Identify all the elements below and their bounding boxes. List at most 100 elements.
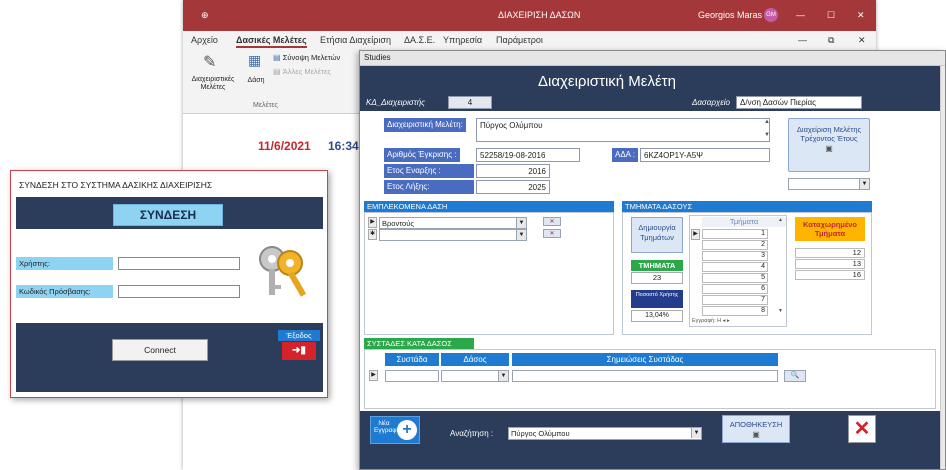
close-icon[interactable]: ✕ bbox=[857, 10, 865, 21]
studies-header: Διαχειριστική Μελέτη ΚΔ_Διαχειριστής 4 Δ… bbox=[360, 66, 940, 111]
user-name: Georgios Maras bbox=[698, 10, 763, 20]
col-forest: Δάσος bbox=[441, 353, 509, 366]
stand-forest-combo[interactable]: ▼ bbox=[441, 370, 509, 382]
stand-field[interactable] bbox=[385, 370, 439, 382]
part-row[interactable]: 4 bbox=[702, 262, 768, 272]
other-studies-icon: ▤ bbox=[273, 67, 283, 76]
management-studies-button[interactable]: ✎ Διαχειριστικές Μελέτες bbox=[189, 52, 237, 98]
ada-field[interactable]: 6ΚΖ4ΟΡ1Υ-Α5Ψ bbox=[640, 148, 770, 162]
management-studies-label: Διαχειριστικές Μελέτες bbox=[191, 76, 235, 91]
registered-section[interactable]: 13 bbox=[795, 259, 865, 269]
manage-current-year-button[interactable]: Διαχείριση Μελέτης Τρέχοντος Έτους ▣ bbox=[788, 118, 870, 172]
login-panel: ΣΥΝΔΕΣΗ Χρήστης: Κωδικός Πρόσβασης: Έξοδ… bbox=[16, 197, 323, 392]
new-record-label: Νέα Εγγραφή bbox=[374, 420, 401, 434]
user-input[interactable] bbox=[118, 257, 240, 270]
tab-forest-studies[interactable]: Δασικές Μελέτες bbox=[236, 35, 307, 48]
minimize-icon[interactable]: — bbox=[796, 10, 805, 20]
new-record-icon[interactable]: ✱ bbox=[368, 229, 377, 240]
part-row[interactable]: 8 bbox=[702, 306, 768, 316]
record-navigator-label: Εγγραφή: Η bbox=[692, 318, 722, 324]
summary-icon: ▤ bbox=[273, 53, 283, 62]
save-button[interactable]: ΑΠΟΘΗΚΕΥΣΗ ▣ bbox=[722, 415, 790, 443]
save-icon[interactable]: ⊕ bbox=[201, 10, 209, 21]
parts-column-header: Τμήματα bbox=[702, 217, 786, 227]
part-row[interactable]: 5 bbox=[702, 273, 768, 283]
tab-file[interactable]: Αρχείο bbox=[191, 35, 218, 45]
part-row[interactable]: 3 bbox=[702, 251, 768, 261]
search-icon[interactable]: 🔍 bbox=[784, 370, 806, 382]
ribbon-minimize-icon[interactable]: — bbox=[798, 35, 807, 45]
connect-button[interactable]: Connect bbox=[112, 339, 208, 361]
record-selector-icon[interactable]: ▶ bbox=[369, 370, 378, 381]
end-year-label: Ετος Λήξης: bbox=[384, 180, 474, 194]
exit-icon[interactable]: ➜▮ bbox=[282, 342, 316, 360]
current-date: 11/6/2021 bbox=[258, 139, 311, 153]
record-selector-icon[interactable]: ▶ bbox=[368, 217, 377, 228]
other-studies-button[interactable]: ▤ Άλλες Μελέτες bbox=[273, 66, 353, 78]
exit-label: Έξοδος bbox=[278, 330, 320, 341]
stands-grid: Συστάδα Δάσος Σημειώσεις Συστάδας ▶ ▼ 🔍 bbox=[364, 349, 936, 409]
forests-label: Δάση bbox=[247, 77, 265, 84]
studies-form: Studies Διαχειριστική Μελέτη ΚΔ_Διαχειρι… bbox=[359, 50, 946, 470]
registered-section[interactable]: 12 bbox=[795, 248, 865, 258]
tab-dase[interactable]: ΔΑ.Σ.Ε. bbox=[404, 35, 435, 45]
part-row[interactable]: 6 bbox=[702, 284, 768, 294]
forests-button[interactable]: ▦ Δάση bbox=[243, 52, 269, 92]
start-year-label: Ετος Εναρξης : bbox=[384, 164, 474, 178]
tab-service[interactable]: Υπηρεσία bbox=[443, 35, 482, 45]
tab-annual-management[interactable]: Ετήσια Διαχείριση bbox=[320, 35, 391, 45]
chevron-down-icon: ▼ bbox=[516, 218, 526, 228]
usage-percent-value: 13,04% bbox=[631, 310, 683, 322]
parts-scroll-down-icon[interactable]: ▼ bbox=[778, 308, 786, 317]
forester-label: Δασαρχείο bbox=[692, 98, 731, 107]
save-label: ΑΠΟΘΗΚΕΥΣΗ bbox=[729, 420, 783, 429]
compass-icon: ✎ bbox=[203, 54, 217, 71]
forests-grid: ▶ Βροντούς ▼ ✕ ✱ ▼ ✕ bbox=[364, 212, 614, 335]
study-name-field[interactable]: Πύργος Ολύμπου bbox=[476, 118, 770, 142]
password-input[interactable] bbox=[118, 285, 240, 298]
forest-action-icon[interactable]: ✕ bbox=[543, 229, 561, 238]
new-record-button[interactable]: Νέα Εγγραφή + bbox=[370, 416, 420, 444]
forest-action-icon[interactable]: ✕ bbox=[543, 217, 561, 226]
part-row[interactable]: 2 bbox=[702, 240, 768, 250]
maximize-icon[interactable]: ☐ bbox=[827, 10, 835, 21]
search-combo[interactable]: Πύργος Ολύμπου ▼ bbox=[508, 427, 702, 440]
record-selector-icon[interactable]: ▶ bbox=[691, 229, 700, 240]
code-label: ΚΔ_Διαχειριστής bbox=[366, 98, 426, 107]
forest-combo-new[interactable]: ▼ bbox=[379, 229, 527, 241]
ada-label: ΑΔΑ : bbox=[612, 148, 639, 162]
vertical-scrollbar[interactable] bbox=[940, 66, 945, 469]
parts-scroll-up-icon[interactable]: ▲ bbox=[778, 217, 786, 226]
forest-combo[interactable]: Βροντούς ▼ bbox=[379, 217, 527, 229]
login-dialog: ΣΥΝΔΕΣΗ ΣΤΟ ΣΥΣΤΗΜΑ ΔΑΣΙΚΗΣ ΔΙΑΧΕΙΡΙΣΗΣ … bbox=[10, 170, 328, 398]
stand-notes-field[interactable] bbox=[512, 370, 778, 382]
part-row[interactable]: 1 bbox=[702, 229, 768, 239]
study-scroll-up-icon[interactable]: ▲ bbox=[764, 119, 770, 125]
search-value: Πύργος Ολύμπου bbox=[511, 429, 570, 438]
end-year-field[interactable]: 2025 bbox=[476, 180, 550, 194]
record-navigator[interactable]: Εγγραφή: Η ◂ ▸ bbox=[692, 318, 786, 327]
tab-parameters[interactable]: Παράμετροι bbox=[496, 35, 543, 45]
restore-icon[interactable]: ⧉ bbox=[828, 35, 834, 46]
start-year-field[interactable]: 2016 bbox=[476, 164, 550, 178]
plus-icon: + bbox=[397, 420, 417, 440]
year-select[interactable]: ▼ bbox=[788, 178, 870, 190]
login-window-title: ΣΥΝΔΕΣΗ ΣΤΟ ΣΥΣΤΗΜΑ ΔΑΣΙΚΗΣ ΔΙΑΧΕΙΡΙΣΗΣ bbox=[19, 180, 213, 190]
login-fields-area: Χρήστης: Κωδικός Πρόσβασης: bbox=[16, 229, 323, 323]
create-sections-button[interactable]: Δημιουργία Τμημάτων bbox=[631, 217, 683, 253]
forest-icon: ▦ bbox=[248, 52, 262, 68]
study-scroll-down-icon[interactable]: ▼ bbox=[764, 132, 770, 138]
ribbon-tabs: Αρχείο Δασικές Μελέτες Ετήσια Διαχείριση… bbox=[183, 31, 876, 49]
approval-field[interactable]: 52258/19-08-2016 bbox=[476, 148, 580, 162]
avatar[interactable]: GM bbox=[764, 8, 778, 22]
registered-sections-header: Καταχωρημένο Τμήματα bbox=[795, 217, 865, 241]
studies-caption: Studies bbox=[360, 51, 945, 66]
code-field[interactable]: 4 bbox=[448, 96, 492, 109]
forester-field[interactable]: Δ/νση Δασών Πιερίας bbox=[736, 96, 862, 109]
part-row[interactable]: 7 bbox=[702, 295, 768, 305]
registered-section[interactable]: 16 bbox=[795, 270, 865, 280]
study-summary-button[interactable]: ▤ Σύνοψη Μελετών bbox=[273, 52, 353, 64]
close-form-icon[interactable]: ✕ bbox=[848, 415, 876, 443]
app-title: ΔΙΑΧΕΙΡΙΣΗ ΔΑΣΩΝ bbox=[498, 10, 581, 20]
close-doc-icon[interactable]: ✕ bbox=[858, 35, 866, 46]
